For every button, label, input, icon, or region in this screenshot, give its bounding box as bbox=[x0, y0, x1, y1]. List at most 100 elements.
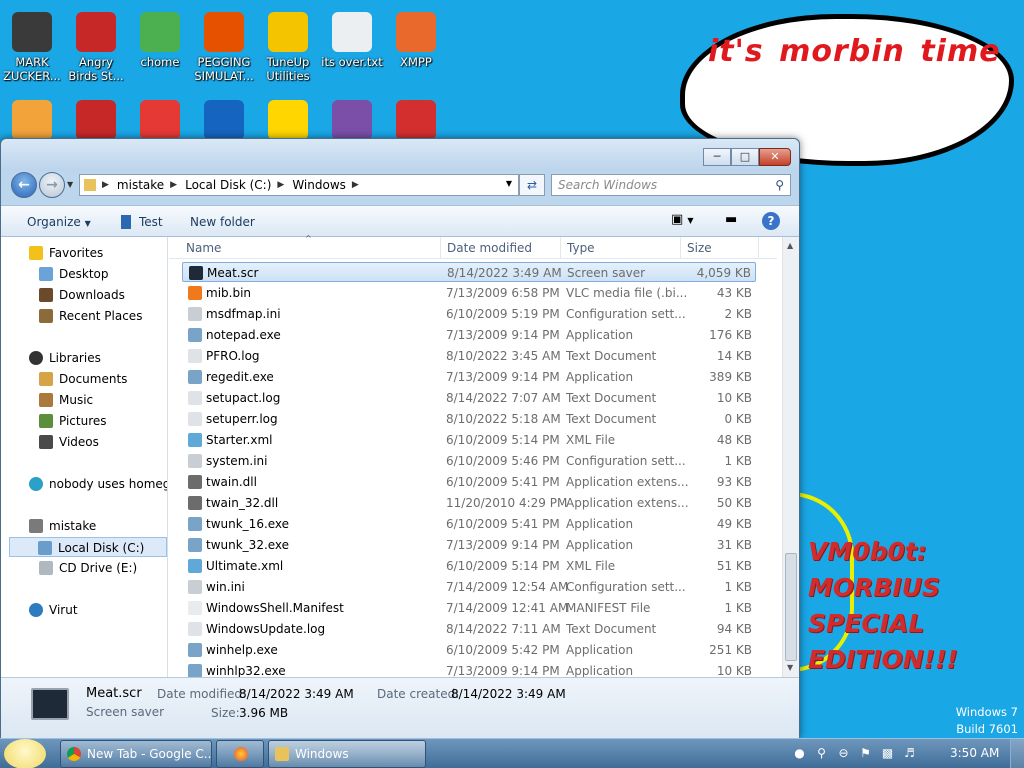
search-input[interactable]: Search Windows ⚲ bbox=[551, 174, 791, 196]
desktop-icon[interactable]: Angry Birds St... bbox=[63, 12, 129, 83]
file-type: Configuration sett... bbox=[566, 454, 686, 468]
table-row[interactable]: setuperr.log 8/10/2022 5:18 AM Text Docume… bbox=[182, 409, 756, 429]
nav-desktop[interactable]: Desktop bbox=[39, 264, 109, 284]
close-button[interactable]: ✕ bbox=[759, 148, 791, 166]
table-row[interactable]: system.ini 6/10/2009 5:46 PM Configuration… bbox=[182, 451, 756, 471]
app-icon bbox=[12, 100, 52, 140]
table-row[interactable]: setupact.log 8/14/2022 7:07 AM Text Docume… bbox=[182, 388, 756, 408]
table-row[interactable]: WindowsShell.Manifest 7/14/2009 12:41 AM M… bbox=[182, 598, 756, 618]
search-icon[interactable]: ⚲ bbox=[775, 175, 784, 195]
table-row[interactable]: twain_32.dll 11/20/2010 4:29 PM Applicatio… bbox=[182, 493, 756, 513]
file-name: WindowsShell.Manifest bbox=[206, 601, 344, 615]
desktop-icon[interactable]: XMPP bbox=[383, 12, 449, 69]
table-row[interactable]: twunk_32.exe 7/13/2009 9:14 PM Application… bbox=[182, 535, 756, 555]
chevron-right-icon[interactable]: ▶ bbox=[170, 180, 177, 190]
table-row[interactable]: regedit.exe 7/13/2009 9:14 PM Application 3… bbox=[182, 367, 756, 387]
table-row[interactable]: twunk_16.exe 6/10/2009 5:41 PM Application… bbox=[182, 514, 756, 534]
desktop-icon[interactable] bbox=[63, 100, 129, 143]
scroll-up-icon[interactable]: ▲ bbox=[787, 241, 793, 250]
taskbar-firefox[interactable] bbox=[216, 740, 264, 768]
table-row[interactable]: Ultimate.xml 6/10/2009 5:14 PM XML File 51 … bbox=[182, 556, 756, 576]
test-button[interactable]: Test bbox=[121, 215, 163, 229]
nav-recent-places[interactable]: Recent Places bbox=[39, 306, 142, 326]
table-row[interactable]: PFRO.log 8/10/2022 3:45 AM Text Document 14… bbox=[182, 346, 756, 366]
nav-homegroup[interactable]: nobody uses homegro bbox=[29, 474, 167, 494]
table-row[interactable]: win.ini 7/14/2009 12:54 AM Configuration s… bbox=[182, 577, 756, 597]
view-options-icon[interactable]: ▣ ▼ bbox=[671, 212, 694, 227]
file-name: win.ini bbox=[206, 580, 245, 594]
desktop-icon[interactable]: MARK ZUCKER... bbox=[0, 12, 65, 83]
column-name[interactable]: Name bbox=[186, 241, 221, 255]
preview-pane-icon[interactable]: ▬ bbox=[725, 212, 737, 227]
breadcrumb-local-disk[interactable]: Local Disk (C:) bbox=[185, 178, 271, 192]
scroll-thumb[interactable] bbox=[785, 553, 797, 661]
desktop-icon[interactable]: PEGGING SIMULAT... bbox=[191, 12, 257, 83]
chevron-right-icon[interactable]: ▶ bbox=[352, 180, 359, 190]
address-dropdown-icon[interactable]: ▼ bbox=[506, 179, 512, 188]
nav-pictures[interactable]: Pictures bbox=[39, 411, 107, 431]
table-row[interactable]: Starter.xml 6/10/2009 5:14 PM XML File 48 K… bbox=[182, 430, 756, 450]
nav-videos[interactable]: Videos bbox=[39, 432, 99, 452]
back-button[interactable]: ← bbox=[11, 172, 37, 198]
table-row[interactable]: Meat.scr 8/14/2022 3:49 AM Screen saver 4,0… bbox=[182, 262, 756, 282]
new-folder-button[interactable]: New folder bbox=[190, 215, 255, 229]
tray-search-icon[interactable]: ⚲ bbox=[814, 746, 829, 761]
file-type: Application bbox=[566, 370, 634, 384]
nav-cd-drive[interactable]: CD Drive (E:) bbox=[39, 558, 137, 578]
folder-icon bbox=[84, 179, 96, 191]
nav-documents[interactable]: Documents bbox=[39, 369, 127, 389]
show-desktop-button[interactable] bbox=[1010, 739, 1024, 768]
desktop-icon[interactable] bbox=[0, 100, 65, 143]
nav-computer[interactable]: mistake bbox=[29, 516, 96, 536]
scroll-down-icon[interactable]: ▼ bbox=[787, 663, 793, 672]
tray-app-icon[interactable]: ● bbox=[792, 746, 807, 761]
desktop-icon[interactable]: its over.txt bbox=[319, 12, 385, 69]
nav-network[interactable]: Virut bbox=[29, 600, 78, 620]
help-icon[interactable]: ? bbox=[762, 212, 780, 230]
taskbar-chrome[interactable]: New Tab - Google C... bbox=[60, 740, 212, 768]
action-center-icon[interactable]: ⚑ bbox=[858, 746, 873, 761]
network-tray-icon[interactable]: ▩ bbox=[880, 746, 895, 761]
tray-minus-icon[interactable]: ⊖ bbox=[836, 746, 851, 761]
window-titlebar[interactable]: ─ □ ✕ bbox=[1, 139, 799, 171]
desktop-icon[interactable] bbox=[319, 100, 385, 143]
volume-icon[interactable]: ♬ bbox=[902, 746, 917, 761]
start-button[interactable] bbox=[4, 739, 46, 768]
forward-button[interactable]: → bbox=[39, 172, 65, 198]
minimize-button[interactable]: ─ bbox=[703, 148, 731, 166]
desktop-icon[interactable] bbox=[127, 100, 193, 143]
column-size[interactable]: Size bbox=[687, 241, 712, 255]
nav-music[interactable]: Music bbox=[39, 390, 93, 410]
maximize-button[interactable]: □ bbox=[731, 148, 759, 166]
table-row[interactable]: WindowsUpdate.log 8/14/2022 7:11 AM Text D… bbox=[182, 619, 756, 639]
column-date-modified[interactable]: Date modified bbox=[447, 241, 532, 255]
breadcrumb-computer[interactable]: mistake bbox=[117, 178, 164, 192]
desktop-icon[interactable]: TuneUp Utilities bbox=[255, 12, 321, 83]
details-date-created: 8/14/2022 3:49 AM bbox=[451, 687, 566, 701]
nav-downloads[interactable]: Downloads bbox=[39, 285, 125, 305]
vertical-scrollbar[interactable]: ▲ ▼ bbox=[782, 237, 799, 677]
file-icon bbox=[188, 664, 202, 678]
table-row[interactable]: winhelp.exe 6/10/2009 5:42 PM Application 2… bbox=[182, 640, 756, 660]
column-type[interactable]: Type bbox=[567, 241, 595, 255]
nav-favorites[interactable]: Favorites bbox=[29, 243, 103, 263]
taskbar-explorer[interactable]: Windows bbox=[268, 740, 426, 768]
breadcrumb-windows[interactable]: Windows bbox=[292, 178, 346, 192]
history-dropdown-icon[interactable]: ▼ bbox=[67, 180, 73, 189]
desktop-icon[interactable]: chome bbox=[127, 12, 193, 69]
nav-local-disk[interactable]: Local Disk (C:) bbox=[9, 537, 167, 557]
desktop-icon[interactable] bbox=[191, 100, 257, 143]
table-row[interactable]: msdfmap.ini 6/10/2009 5:19 PM Configuratio… bbox=[182, 304, 756, 324]
taskbar-clock[interactable]: 3:50 AM bbox=[950, 746, 999, 760]
address-bar[interactable]: ▶ mistake ▶ Local Disk (C:) ▶ Windows ▶ … bbox=[79, 174, 519, 196]
table-row[interactable]: mib.bin 7/13/2009 6:58 PM VLC media file (… bbox=[182, 283, 756, 303]
table-row[interactable]: twain.dll 6/10/2009 5:41 PM Application ex… bbox=[182, 472, 756, 492]
network-icon bbox=[29, 603, 43, 617]
chevron-right-icon[interactable]: ▶ bbox=[277, 180, 284, 190]
refresh-button[interactable]: ⇄ bbox=[519, 174, 545, 196]
nav-libraries[interactable]: Libraries bbox=[29, 348, 101, 368]
organize-button[interactable]: Organize ▼ bbox=[27, 215, 91, 229]
table-row[interactable]: notepad.exe 7/13/2009 9:14 PM Application 1… bbox=[182, 325, 756, 345]
desktop-icon[interactable] bbox=[255, 100, 321, 143]
chevron-right-icon[interactable]: ▶ bbox=[102, 180, 109, 190]
